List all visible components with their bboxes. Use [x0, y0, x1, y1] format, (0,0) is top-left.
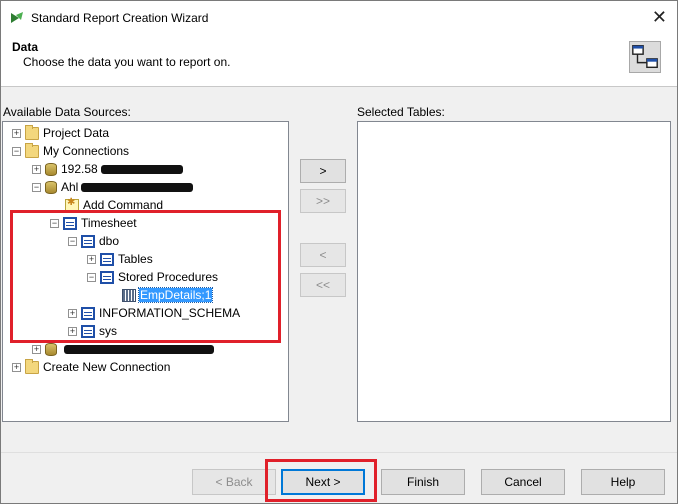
schema-icon: [81, 324, 95, 338]
database-icon: [45, 180, 57, 194]
expand-plus-icon[interactable]: +: [12, 362, 21, 372]
schema-icon: [81, 306, 95, 320]
collapse-minus-icon[interactable]: −: [68, 236, 77, 246]
expand-plus-icon[interactable]: +: [87, 254, 96, 264]
selected-tables-label: Selected Tables:: [357, 105, 445, 119]
remove-all-tables-button[interactable]: <<: [300, 273, 346, 297]
collapse-minus-icon[interactable]: −: [87, 272, 96, 282]
help-button[interactable]: Help: [581, 469, 665, 495]
tree-item-tables[interactable]: + Tables: [87, 250, 154, 268]
tree-item-information-schema[interactable]: + INFORMATION_SCHEMA: [68, 304, 241, 322]
tree-item-timesheet[interactable]: − Timesheet: [50, 214, 138, 232]
add-all-tables-button[interactable]: >>: [300, 189, 346, 213]
remove-table-button[interactable]: <: [300, 243, 346, 267]
tree-item-empdetails[interactable]: EmpDetails;1: [122, 286, 214, 304]
expand-plus-icon[interactable]: +: [32, 164, 41, 174]
collapse-minus-icon[interactable]: −: [32, 182, 41, 192]
database-icon: [45, 162, 57, 176]
expand-plus-icon[interactable]: +: [32, 344, 41, 354]
expand-plus-icon[interactable]: +: [68, 326, 77, 336]
selected-tables-list[interactable]: [357, 121, 671, 422]
table-icon: [100, 252, 114, 266]
schema-icon: [81, 234, 95, 248]
wizard-window: Standard Report Creation Wizard ✕ Data C…: [0, 0, 678, 504]
folder-icon: [25, 358, 39, 374]
tree-item-dbo[interactable]: − dbo: [68, 232, 120, 250]
tree-item-sys[interactable]: + sys: [68, 322, 118, 340]
finish-button[interactable]: Finish: [381, 469, 465, 495]
expand-plus-icon[interactable]: +: [68, 308, 77, 318]
available-sources-tree[interactable]: + Project Data − My Connections + 192.58…: [2, 121, 289, 422]
redacted-text: [81, 182, 194, 192]
tree-item-connection-1[interactable]: + 192.58: [32, 160, 183, 178]
redacted-text: [100, 164, 183, 174]
add-command-icon: [65, 197, 79, 212]
wizard-header: Data Choose the data you want to report …: [1, 34, 677, 87]
page-subtitle: Choose the data you want to report on.: [23, 55, 231, 69]
database-icon: [45, 342, 57, 356]
window-title: Standard Report Creation Wizard: [31, 11, 209, 25]
procedure-icon: [122, 288, 136, 302]
expand-plus-icon[interactable]: +: [12, 128, 21, 138]
tree-item-project-data[interactable]: + Project Data: [12, 124, 110, 142]
available-sources-label: Available Data Sources:: [3, 105, 131, 119]
database-schema-icon: [63, 216, 77, 230]
redacted-text: [64, 344, 214, 354]
tree-item-connection-3[interactable]: +: [32, 340, 214, 358]
page-title: Data: [12, 40, 39, 54]
collapse-minus-icon[interactable]: −: [50, 218, 59, 228]
stored-procedures-icon: [100, 270, 114, 284]
tree-item-stored-procedures[interactable]: − Stored Procedures: [87, 268, 219, 286]
back-button[interactable]: < Back: [192, 469, 276, 495]
data-link-icon: [629, 41, 661, 73]
folder-icon: [25, 124, 39, 140]
cancel-button[interactable]: Cancel: [481, 469, 565, 495]
tree-item-add-command[interactable]: Add Command: [65, 196, 164, 214]
crystal-reports-icon: [11, 12, 23, 23]
close-icon[interactable]: ✕: [652, 7, 667, 27]
add-table-button[interactable]: >: [300, 159, 346, 183]
tree-item-create-new-connection[interactable]: + Create New Connection: [12, 358, 171, 376]
footer-divider: [1, 452, 677, 453]
tree-item-my-connections[interactable]: − My Connections: [12, 142, 130, 160]
title-bar: Standard Report Creation Wizard ✕: [1, 1, 677, 34]
tree-item-connection-2[interactable]: − Ahl: [32, 178, 194, 196]
next-button[interactable]: Next >: [281, 469, 365, 495]
collapse-minus-icon[interactable]: −: [12, 146, 21, 156]
folder-icon: [25, 142, 39, 158]
